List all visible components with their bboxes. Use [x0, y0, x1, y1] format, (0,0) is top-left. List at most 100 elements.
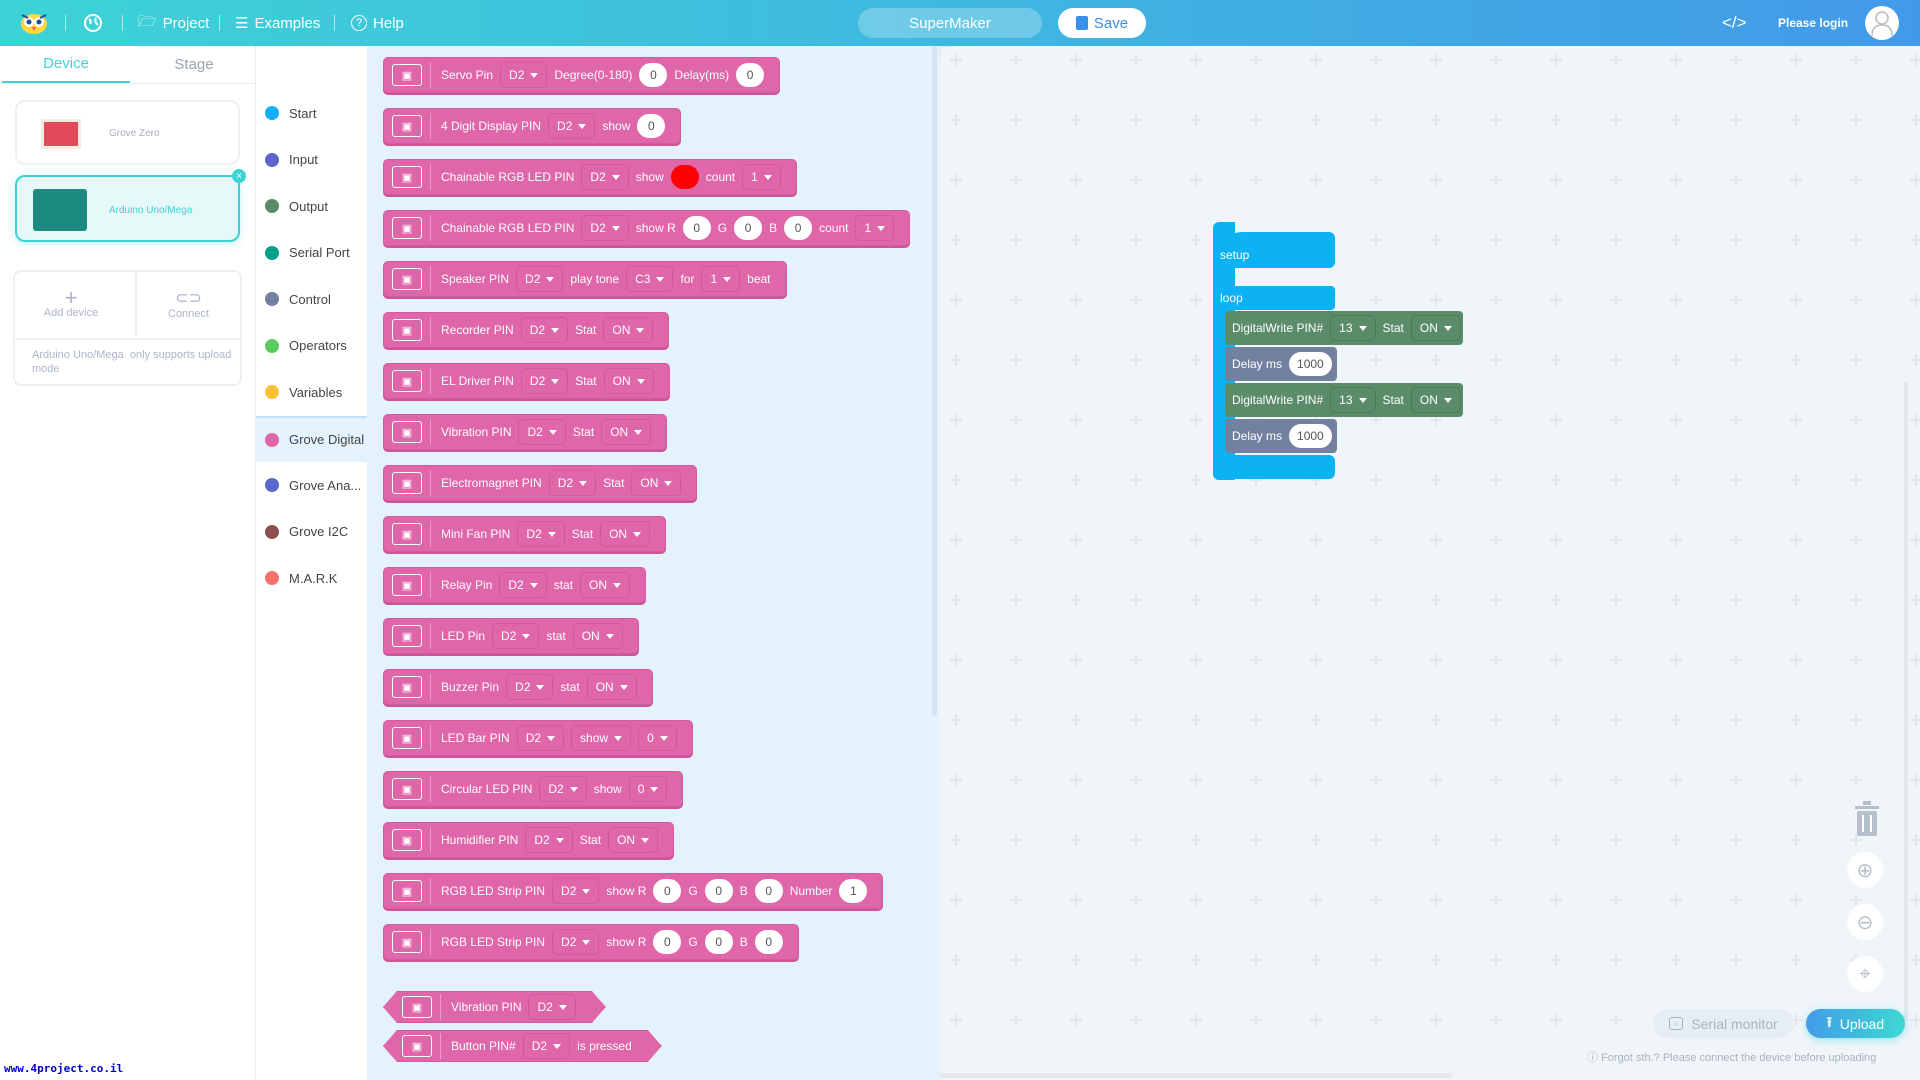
category-output[interactable]: Output [256, 183, 367, 229]
setup-block[interactable]: setup [1213, 232, 1335, 268]
menu-help[interactable]: ? Help [351, 0, 404, 46]
zoom-in-icon[interactable]: ⊕ [1847, 852, 1883, 888]
block-dropdown[interactable]: ON [601, 419, 652, 445]
block-number-input[interactable]: 0 [784, 216, 813, 240]
category-grove-ana-[interactable]: Grove Ana... [256, 462, 367, 508]
block-dropdown[interactable]: C3 [626, 266, 674, 292]
connect-button[interactable]: ⊂⊃ Connect [135, 272, 240, 336]
palette-block[interactable]: ▣ 4 Digit Display PIN D2 show 0 [383, 108, 682, 144]
palette-block[interactable]: ▣ Vibration PIN D2 Stat ON [383, 414, 668, 450]
project-name-input[interactable]: SuperMaker [858, 8, 1042, 38]
language-globe-icon[interactable] [84, 0, 102, 46]
block-number-input[interactable]: 0 [734, 216, 763, 240]
zoom-out-icon[interactable]: ⊖ [1847, 904, 1883, 940]
palette-reporter-block[interactable]: ▣ Button PIN# D2 is pressed [383, 1030, 662, 1062]
palette-block[interactable]: ▣ Chainable RGB LED PIN D2 show count 1 [383, 159, 797, 195]
block-dropdown[interactable]: show [571, 725, 632, 751]
category-m-a-r-k[interactable]: M.A.R.K [256, 555, 367, 601]
block-number-input[interactable]: 1 [839, 879, 868, 903]
category-grove-i2c[interactable]: Grove I2C [256, 509, 367, 555]
category-start[interactable]: Start [256, 90, 367, 136]
block-dropdown[interactable]: ON [603, 368, 654, 394]
block-dropdown[interactable]: D2 [552, 878, 600, 904]
palette-block[interactable]: ▣ Electromagnet PIN D2 Stat ON [383, 465, 698, 501]
block-dropdown[interactable]: ON [580, 572, 631, 598]
palette-block[interactable]: ▣ LED Bar PIN D2 show 0 [383, 720, 693, 756]
save-button[interactable]: Save [1058, 8, 1146, 38]
device-card-grove-zero[interactable]: Grove Zero [15, 100, 240, 165]
stat-dropdown[interactable]: ON [1410, 315, 1461, 341]
palette-block[interactable]: ▣ RGB LED Strip PIN D2 show R 0 G 0 B 0 Number 1 [383, 873, 884, 909]
tab-stage[interactable]: Stage [130, 46, 258, 83]
block-dropdown[interactable]: 0 [638, 725, 677, 751]
pin-dropdown[interactable]: 13 [1330, 315, 1376, 341]
palette-block[interactable]: ▣ LED Pin D2 stat ON [383, 618, 639, 654]
category-variables[interactable]: Variables [256, 369, 367, 415]
block-number-input[interactable]: 0 [639, 63, 668, 87]
block-dropdown[interactable]: 1 [701, 266, 741, 292]
palette-block[interactable]: ▣ Relay Pin D2 stat ON [383, 567, 647, 603]
palette-reporter-block[interactable]: ▣ Vibration PIN D2 [383, 991, 606, 1023]
delay-block[interactable]: Delay ms 1000 [1225, 347, 1337, 381]
delay-block[interactable]: Delay ms 1000 [1225, 419, 1337, 453]
block-dropdown[interactable]: D2 [523, 1033, 570, 1059]
upload-button[interactable]: ⭱ Upload [1806, 1009, 1905, 1038]
block-dropdown[interactable]: D2 [518, 419, 566, 445]
category-serial-port[interactable]: Serial Port [256, 230, 367, 276]
palette-block[interactable]: ▣ Chainable RGB LED PIN D2 show R 0 G 0 B 0 count… [383, 210, 911, 246]
tab-device[interactable]: Device [2, 46, 130, 83]
block-dropdown[interactable]: 0 [628, 776, 668, 802]
palette-block[interactable]: ▣ Humidifier PIN D2 Stat ON [383, 822, 675, 858]
block-dropdown[interactable]: 1 [742, 164, 781, 190]
category-grove-digital[interactable]: Grove Digital [256, 415, 367, 462]
code-view-icon[interactable]: </> [1722, 0, 1747, 46]
block-dropdown[interactable]: D2 [528, 994, 575, 1020]
block-number-input[interactable]: 0 [736, 63, 765, 87]
block-dropdown[interactable]: ON [600, 521, 651, 547]
block-dropdown[interactable]: D2 [506, 674, 554, 700]
menu-examples[interactable]: ☰ Examples [235, 0, 320, 46]
block-number-input[interactable]: 0 [754, 930, 783, 954]
palette-block[interactable]: ▣ Speaker PIN D2 play tone C3 for 1 beat [383, 261, 787, 297]
block-dropdown[interactable]: ON [586, 674, 637, 700]
palette-block[interactable]: ▣ RGB LED Strip PIN D2 show R0G0B0 [383, 924, 799, 960]
palette-scrollbar[interactable] [932, 46, 937, 716]
avatar[interactable] [1865, 6, 1899, 40]
block-dropdown[interactable]: D2 [492, 623, 540, 649]
block-dropdown[interactable]: D2 [500, 62, 548, 88]
block-dropdown[interactable]: ON [608, 827, 659, 853]
trash-icon[interactable] [1847, 797, 1887, 841]
device-card-arduino[interactable]: Arduino Uno/Mega × [15, 169, 246, 242]
palette-block[interactable]: ▣ Servo Pin D2 Degree(0-180) 0 Delay(ms) 0 [383, 57, 781, 93]
block-dropdown[interactable]: D2 [520, 317, 569, 343]
digitalwrite-block[interactable]: DigitalWrite PIN# 13 Stat ON [1225, 311, 1463, 345]
category-control[interactable]: Control [256, 276, 367, 322]
block-dropdown[interactable]: ON [603, 317, 654, 343]
delay-input[interactable]: 1000 [1289, 352, 1332, 376]
block-number-input[interactable]: 0 [653, 879, 682, 903]
block-dropdown[interactable]: D2 [552, 929, 600, 955]
workspace-horizontal-scrollbar[interactable] [940, 1073, 1452, 1078]
palette-block[interactable]: ▣ Circular LED PIN D2 show 0 [383, 771, 684, 807]
recenter-icon[interactable]: ⌖ [1847, 956, 1883, 992]
block-dropdown[interactable]: D2 [499, 572, 547, 598]
logo-owl-icon[interactable] [20, 0, 48, 46]
menu-project[interactable]: 🗁 Project [138, 0, 209, 46]
block-number-input[interactable]: 0 [637, 114, 666, 138]
pin-dropdown[interactable]: 13 [1330, 387, 1376, 413]
block-number-input[interactable]: 0 [653, 930, 682, 954]
block-dropdown[interactable]: D2 [548, 470, 597, 496]
block-dropdown[interactable]: D2 [516, 725, 565, 751]
stat-dropdown[interactable]: ON [1410, 387, 1461, 413]
block-dropdown[interactable]: D2 [516, 266, 564, 292]
block-dropdown[interactable]: D2 [539, 776, 587, 802]
block-dropdown[interactable]: D2 [517, 521, 565, 547]
add-device-button[interactable]: + Add device [15, 272, 127, 336]
block-dropdown[interactable]: D2 [525, 827, 573, 853]
palette-block[interactable]: ▣ Recorder PIN D2 Stat ON [383, 312, 670, 348]
category-input[interactable]: Input [256, 137, 367, 183]
category-operators[interactable]: Operators [256, 323, 367, 369]
block-number-input[interactable]: 0 [704, 879, 733, 903]
block-dropdown[interactable]: D2 [548, 113, 596, 139]
block-dropdown[interactable]: D2 [520, 368, 569, 394]
